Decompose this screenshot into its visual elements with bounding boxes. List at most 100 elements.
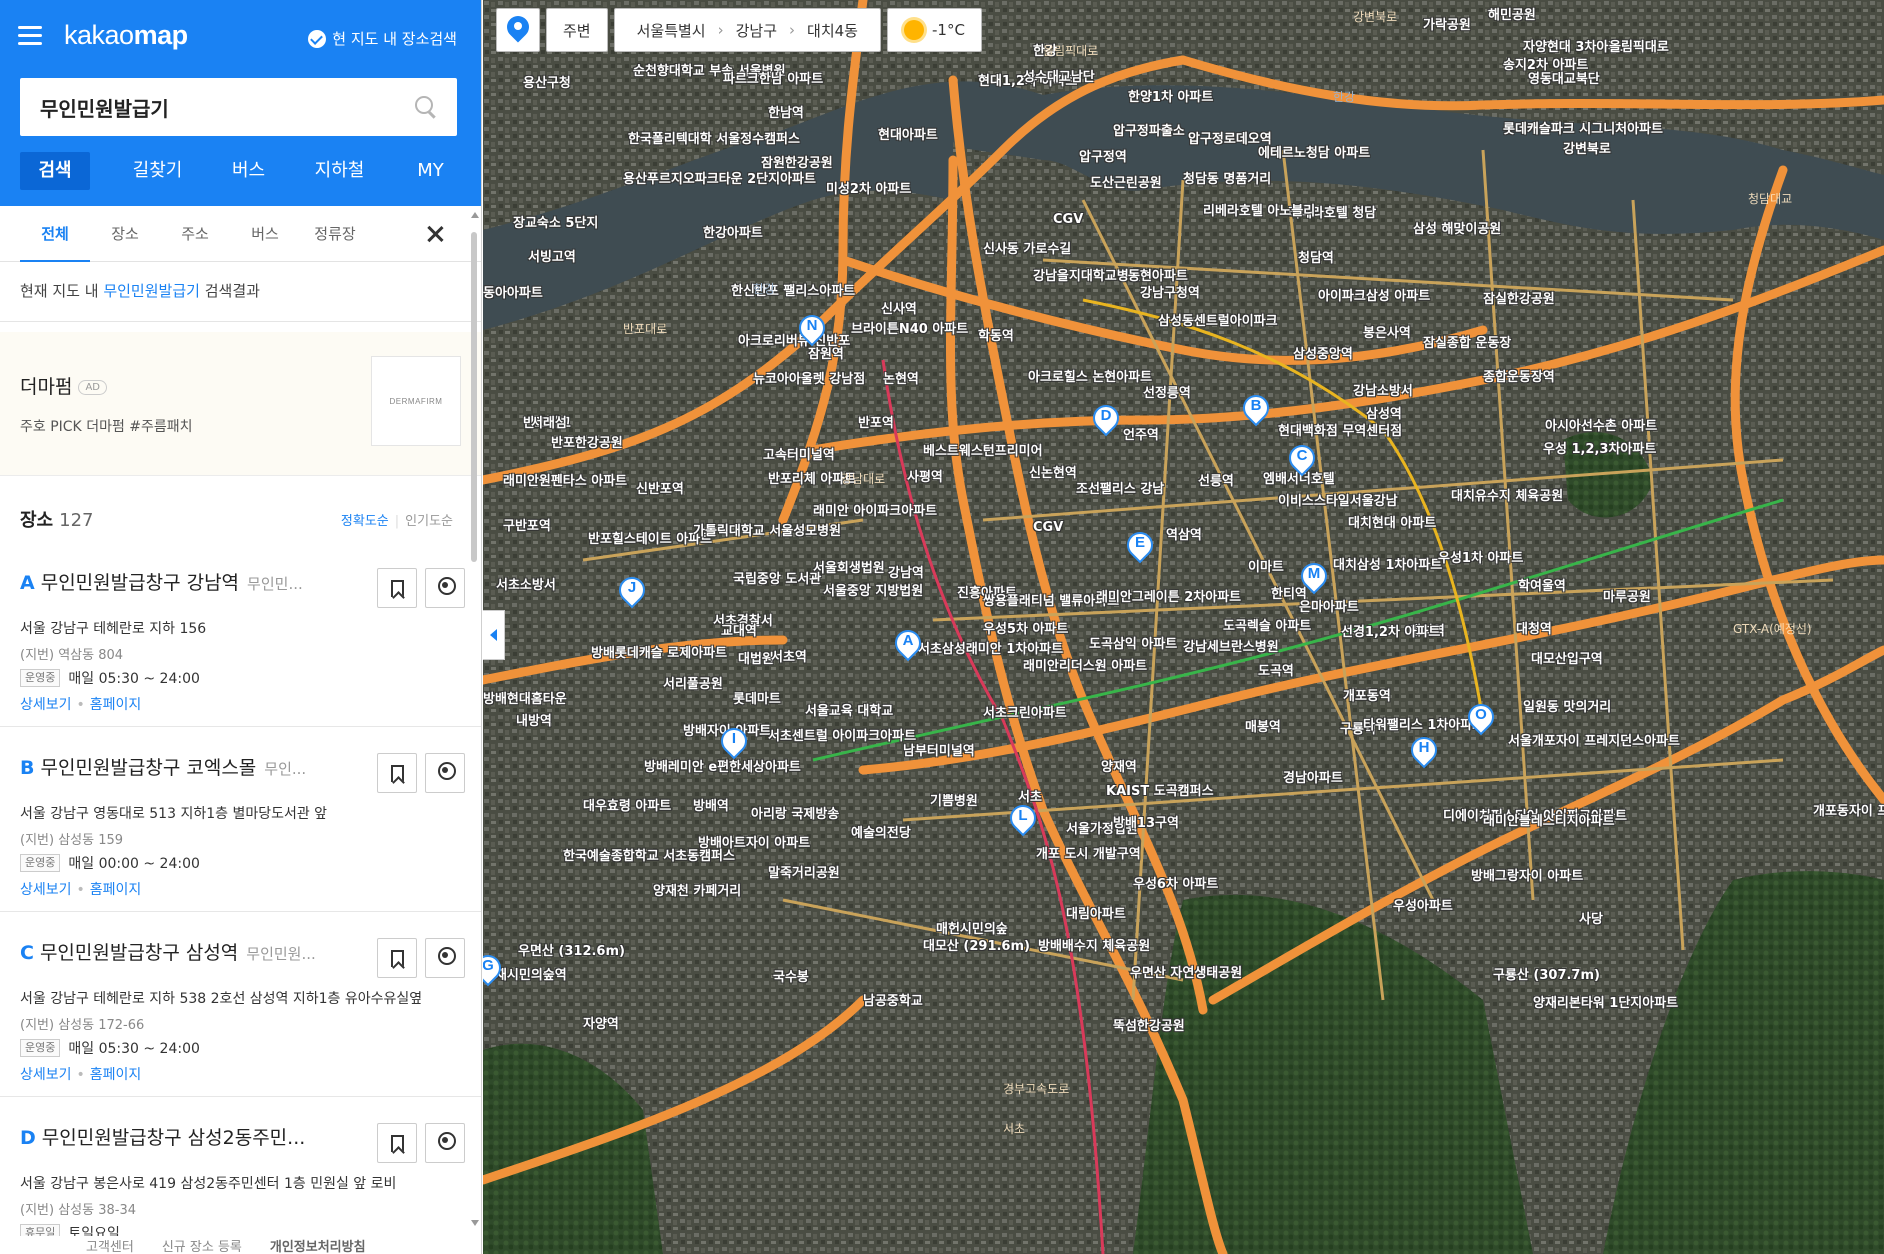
region-breadcrumb[interactable]: 서울특별시 › 강남구 › 대치4동 <box>613 8 881 52</box>
map-marker[interactable]: B <box>1237 389 1275 429</box>
map-place-label[interactable]: 청담역 <box>1298 247 1334 266</box>
footer-support-link[interactable]: 고객센터 <box>86 1236 134 1254</box>
kakaomap-logo[interactable]: kakaomap <box>64 20 188 51</box>
map-place-label[interactable]: 한양1차 아파트 <box>1128 86 1213 105</box>
location-button[interactable] <box>496 8 540 52</box>
map-marker[interactable]: O <box>1462 698 1500 738</box>
scroll-up-icon[interactable] <box>471 212 479 218</box>
map-place-label[interactable]: 서초 <box>1018 786 1042 805</box>
map-place-label[interactable]: 한신반포 팰리스아파트 <box>731 280 855 299</box>
map-place-label[interactable]: 미성2차 아파트 <box>826 178 911 197</box>
map-marker[interactable]: I <box>715 722 753 762</box>
menu-icon[interactable] <box>18 26 42 46</box>
map-place-label[interactable]: 반포한강공원 <box>551 432 623 451</box>
footer-new-place-link[interactable]: 신규 장소 등록 <box>162 1236 242 1254</box>
map-place-label[interactable]: 래미안그레이튼 2차아파트 <box>1096 586 1241 605</box>
map-place-label[interactable]: 우성1차 아파트 <box>1438 547 1523 566</box>
route-button[interactable] <box>425 753 465 793</box>
map-place-label[interactable]: 양재리본타워 1단지아파트 <box>1533 992 1678 1011</box>
place-title[interactable]: A 무인민원발급창구 강남역 무인민... <box>20 568 350 595</box>
map-place-label[interactable]: 압구정파출소 <box>1113 120 1185 139</box>
map-place-label[interactable]: 양재천 카페거리 <box>653 880 741 899</box>
map-place-label[interactable]: 대치현대 아파트 <box>1348 512 1436 531</box>
map-place-label[interactable]: 신사동 가로수길 <box>983 238 1071 257</box>
homepage-link[interactable]: 홈페이지 <box>90 1067 142 1083</box>
map-place-label[interactable]: 말죽거리공원 <box>768 862 840 881</box>
map-place-label[interactable]: 강남을지대학교병원 <box>1033 265 1141 284</box>
map-place-label[interactable]: 서초역 <box>771 646 807 665</box>
map-place-label[interactable]: 도곡역 <box>1258 660 1294 679</box>
nearby-button[interactable]: 주변 <box>546 8 608 52</box>
map-place-label[interactable]: 개포 도시 개발구역 <box>1036 843 1141 862</box>
search-icon[interactable] <box>415 96 437 118</box>
map-place-label[interactable]: 한국폴리텍대학 서울정수캠퍼스 <box>628 128 800 147</box>
map-place-label[interactable]: 방배역 <box>693 795 729 814</box>
close-icon[interactable] <box>425 224 445 244</box>
homepage-link[interactable]: 홈페이지 <box>90 882 142 898</box>
map-place-label[interactable]: 잠실종합 운동장 <box>1423 332 1511 351</box>
map-place-label[interactable]: 잠원한강공원 <box>761 152 833 171</box>
map-place-label[interactable]: 조선팰리스 강남 <box>1076 478 1164 497</box>
map-place-label[interactable]: 서울회생법원 <box>813 557 885 576</box>
map-place-label[interactable]: 대치삼성 1차아파트 <box>1333 554 1442 573</box>
crumb-dong[interactable]: 대치4동 <box>807 20 858 41</box>
map-place-label[interactable]: 삼성중앙역 <box>1293 343 1353 362</box>
map-place-label[interactable]: 은마아파트 <box>1299 596 1359 615</box>
map-place-label[interactable]: 대모산입구역 <box>1531 648 1603 667</box>
map-place-label[interactable]: 대법원 <box>738 648 774 667</box>
map-place-label[interactable]: 해민공원 <box>1488 4 1536 23</box>
map-place-label[interactable]: CGV <box>1053 212 1083 227</box>
map-place-label[interactable]: 래미안원펜타스 아파트 <box>503 470 627 489</box>
map-place-label[interactable]: 도곡렉슬 아파트 <box>1223 615 1311 634</box>
map-place-label[interactable]: 역삼역 <box>1166 524 1202 543</box>
bookmark-button[interactable] <box>377 938 417 978</box>
map-place-label[interactable]: 리베라호텔 아노블리 <box>1203 200 1315 219</box>
map-place-label[interactable]: 신사역 <box>881 298 917 317</box>
map-place-label[interactable]: 언주역 <box>1123 424 1159 443</box>
map-place-label[interactable]: 마루공원 <box>1603 586 1651 605</box>
bookmark-button[interactable] <box>377 1123 417 1163</box>
place-item[interactable]: D 무인민원발급창구 삼성2동주민... 서울 강남구 봉은사로 419 삼성2동주… <box>0 1097 481 1254</box>
map-place-label[interactable]: 현대아파트 <box>878 124 938 143</box>
collapse-sidebar-button[interactable] <box>483 610 505 660</box>
map-place-label[interactable]: 래미안블레스티지아파트 <box>1483 810 1615 829</box>
map-place-label[interactable]: 뚝섬한강공원 <box>1113 1015 1185 1034</box>
map-place-label[interactable]: 한강아파트 <box>703 222 763 241</box>
map-place-label[interactable]: 아시아선수촌 아파트 <box>1545 415 1657 434</box>
map-place-label[interactable]: 대림아파트 <box>1066 903 1126 922</box>
route-button[interactable] <box>425 938 465 978</box>
map-marker[interactable]: G <box>483 949 507 989</box>
scrollbar-thumb[interactable] <box>471 232 477 562</box>
place-name[interactable]: 무인민원발급창구 강남역 <box>41 572 239 594</box>
filter-tab-all[interactable]: 전체 <box>20 206 90 262</box>
map-place-label[interactable]: 가락공원 <box>1423 14 1471 33</box>
place-name[interactable]: 무인민원발급창구 삼성역 <box>40 942 238 964</box>
map-place-label[interactable]: 서울중앙 지방법원 <box>823 580 923 599</box>
map-place-label[interactable]: 용산구청 <box>523 72 571 91</box>
map-place-label[interactable]: 에테르노청담 아파트 <box>1258 142 1370 161</box>
footer-privacy-link[interactable]: 개인정보처리방침 <box>270 1236 366 1254</box>
map-place-label[interactable]: 신반포역 <box>636 478 684 497</box>
map-place-label[interactable]: 국립중앙 도서관 <box>733 568 821 587</box>
map-place-label[interactable]: 기쁨병원 <box>930 790 978 809</box>
map-place-label[interactable]: 방배현대홈타운 <box>483 688 567 707</box>
map-place-label[interactable]: 송지2차 아파트 <box>1503 54 1588 73</box>
map-place-label[interactable]: 장교숙소 5단지 <box>513 212 598 231</box>
detail-link[interactable]: 상세보기 <box>20 697 72 713</box>
map-place-label[interactable]: 베스트웨스턴프리미어 <box>923 440 1043 459</box>
map-place-label[interactable]: 가톨릭대학교 서울성모병원 <box>693 520 841 539</box>
map-place-label[interactable]: 잠실한강공원 <box>1483 288 1555 307</box>
tab-bus[interactable]: 버스 <box>203 152 294 190</box>
map-place-label[interactable]: 신논현역 <box>1029 462 1077 481</box>
map-place-label[interactable]: 국수봉 <box>773 966 809 985</box>
map-place-label[interactable]: 한남역 <box>768 102 804 121</box>
map-place-label[interactable]: 아크로힐스 논현아파트 <box>1028 366 1152 385</box>
map-place-label[interactable]: 뉴코아아울렛 강남점 <box>753 368 865 387</box>
crumb-city[interactable]: 서울특별시 <box>637 20 706 41</box>
ad-thumbnail[interactable]: DERMAFIRM <box>371 356 461 446</box>
map-place-label[interactable]: 논현역 <box>883 368 919 387</box>
map-place-label[interactable]: 래미안 아이파크아파트 <box>813 500 937 519</box>
map-place-label[interactable]: 강남역 <box>888 562 924 581</box>
map-place-label[interactable]: 우성6차 아파트 <box>1133 873 1218 892</box>
map-place-label[interactable]: 반포역 <box>858 412 894 431</box>
